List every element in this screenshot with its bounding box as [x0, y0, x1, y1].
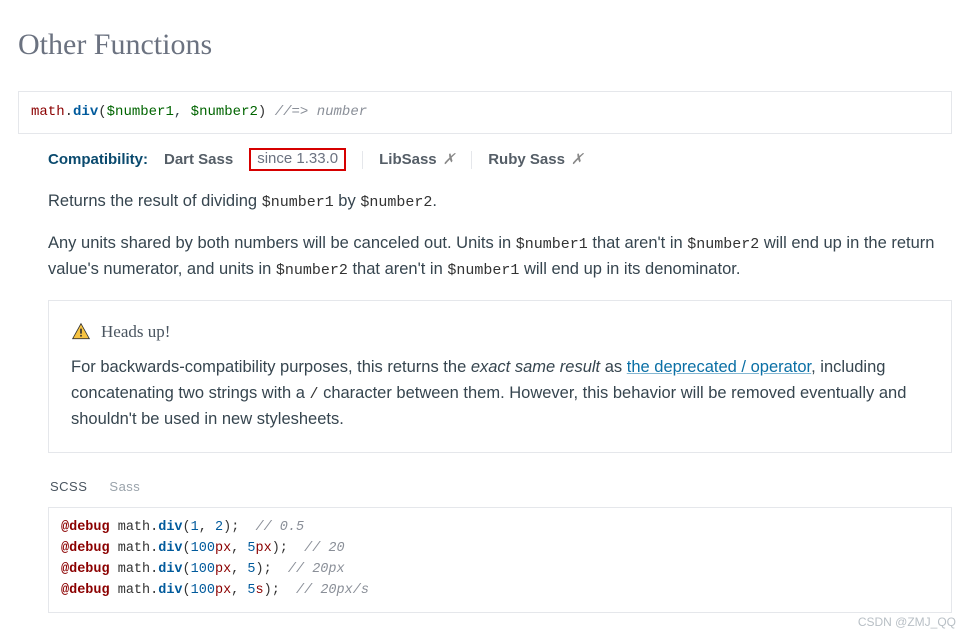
code-line: @debug math.div(100px, 5s); // 20px/s: [61, 581, 939, 602]
paragraph-returns: Returns the result of dividing $number1 …: [48, 189, 952, 215]
code-tabs: SCSS Sass: [48, 477, 952, 497]
deprecated-operator-link[interactable]: the deprecated / operator: [627, 358, 811, 376]
divider: [362, 151, 363, 169]
signature-function: div: [73, 104, 98, 120]
compat-dartsass: Dart Sass: [164, 148, 233, 171]
divider: [471, 151, 472, 169]
code-line: @debug math.div(100px, 5); // 20px: [61, 560, 939, 581]
headsup-callout: Heads up! For backwards-compatibility pu…: [48, 300, 952, 453]
compat-label: Compatibility:: [48, 148, 148, 171]
watermark: CSDN @ZMJ_QQ: [858, 613, 956, 632]
tab-scss[interactable]: SCSS: [50, 477, 87, 497]
compat-since: since 1.33.0: [257, 150, 338, 167]
compat-rubysass: Ruby Sass✗: [488, 148, 583, 171]
signature-namespace: math: [31, 104, 65, 120]
warning-icon: [71, 322, 91, 342]
paragraph-units: Any units shared by both numbers will be…: [48, 231, 952, 282]
compat-libsass: LibSass✗: [379, 148, 455, 171]
function-signature: math.div($number1, $number2) //=> number: [18, 91, 952, 135]
callout-title: Heads up!: [101, 319, 170, 345]
compat-rubysass-x: ✗: [571, 151, 584, 168]
code-number1: $number1: [262, 194, 334, 211]
code-line: @debug math.div(1, 2); // 0.5: [61, 518, 939, 539]
code-example: @debug math.div(1, 2); // 0.5@debug math…: [48, 507, 952, 613]
code-line: @debug math.div(100px, 5px); // 20: [61, 539, 939, 560]
code-number2: $number2: [360, 194, 432, 211]
signature-arg2: $number2: [191, 104, 258, 120]
signature-return-comment: //=> number: [275, 104, 367, 120]
compatibility-row: Compatibility: Dart Sass since 1.33.0 Li…: [48, 142, 952, 181]
callout-body: For backwards-compatibility purposes, th…: [71, 355, 929, 432]
compat-since-highlight: since 1.33.0: [249, 148, 346, 171]
tab-sass[interactable]: Sass: [109, 477, 140, 497]
page-title: Other Functions: [18, 22, 952, 69]
compat-libsass-x: ✗: [443, 151, 456, 168]
signature-arg1: $number1: [107, 104, 174, 120]
callout-emphasis: exact same result: [471, 358, 600, 376]
